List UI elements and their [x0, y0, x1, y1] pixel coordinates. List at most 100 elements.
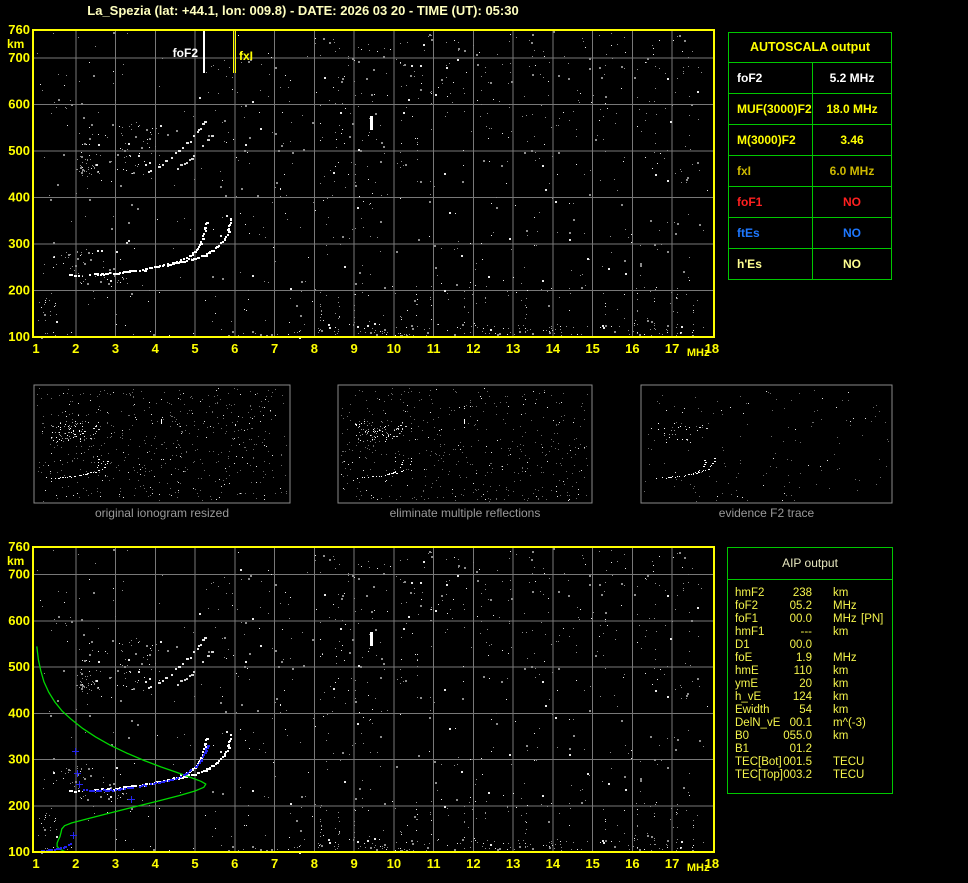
svg-text:7: 7	[271, 341, 278, 356]
aip-unit: MHz	[833, 652, 857, 664]
aip-unit: km	[833, 691, 849, 703]
svg-text:500: 500	[8, 143, 30, 158]
svg-text:600: 600	[8, 96, 30, 111]
aip-row-yme: ymE 20 km	[728, 678, 892, 691]
autoscala-param-value: 5.2 MHz	[829, 71, 875, 85]
svg-text:9: 9	[350, 341, 357, 356]
aip-label: hmE	[735, 665, 759, 677]
aip-row-b1: B1 01.2	[728, 743, 892, 756]
thumbnail-2	[337, 384, 593, 504]
aip-row-hve: h_vE 124 km	[728, 691, 892, 704]
autoscala-param-label: h'Es	[729, 249, 813, 279]
aip-label: hmF1	[735, 626, 765, 638]
autoscala-rows: foF2 5.2 MHz MUF(3000)F2 18.0 MHz M(3000)F2 3…	[729, 63, 891, 279]
svg-text:15: 15	[585, 341, 599, 356]
svg-text:9: 9	[350, 856, 357, 871]
svg-text:760: 760	[8, 22, 30, 37]
svg-text:500: 500	[8, 659, 30, 674]
autoscala-param-value: NO	[843, 257, 861, 271]
aip-unit: km	[833, 704, 849, 716]
svg-text:10: 10	[387, 856, 401, 871]
aip-panel-title: AIP output	[728, 548, 892, 580]
aip-value: 00.0	[789, 639, 812, 651]
svg-text:5: 5	[191, 856, 198, 871]
autoscala-row-ftes: ftEs NO	[729, 218, 891, 249]
aip-unit: TECU	[833, 756, 865, 768]
svg-text:14: 14	[546, 856, 561, 871]
autoscala-row-hes: h'Es NO	[729, 249, 891, 279]
svg-text:2: 2	[72, 856, 79, 871]
svg-text:200: 200	[8, 798, 30, 813]
aip-row-tecbot: TEC[Bot] 001.5 TECU	[728, 756, 892, 769]
autoscala-param-label: foF1	[729, 187, 813, 217]
aip-value: 00.0	[789, 613, 812, 625]
svg-text:200: 200	[8, 282, 30, 297]
svg-text:760: 760	[8, 539, 30, 554]
autoscala-param-label: MUF(3000)F2	[729, 94, 813, 124]
aip-row-ewidth: Ewidth 54 km	[728, 704, 892, 717]
svg-text:MHz: MHz	[687, 862, 710, 874]
aip-unit: km	[833, 626, 849, 638]
svg-text:100: 100	[8, 329, 30, 344]
aip-value: 001.5	[783, 756, 812, 768]
aip-label: foE	[735, 652, 753, 664]
aip-row-hme: hmE 110 km	[728, 665, 892, 678]
autoscala-param-value: 3.46	[840, 133, 864, 147]
aip-unit: km	[833, 665, 849, 677]
autoscala-row-fof2: foF2 5.2 MHz	[729, 63, 891, 94]
svg-text:3: 3	[112, 856, 119, 871]
autoscala-param-label: fxI	[729, 156, 813, 186]
aip-value: 110	[793, 665, 812, 677]
aip-row-delnve: DelN_vE 00.1 m^(-3)	[728, 717, 892, 730]
aip-label: Ewidth	[735, 704, 770, 716]
svg-text:17: 17	[665, 856, 679, 871]
autoscala-param-value: NO	[843, 226, 861, 240]
svg-text:5: 5	[191, 341, 198, 356]
thumbnail-caption-eliminate-reflections: eliminate multiple reflections	[389, 506, 541, 520]
svg-text:2: 2	[72, 341, 79, 356]
svg-text:6: 6	[231, 856, 238, 871]
svg-text:700: 700	[8, 50, 30, 65]
aip-extra: [PN]	[861, 613, 884, 625]
autoscala-output-panel: AUTOSCALA output foF2 5.2 MHz MUF(3000)F2 1…	[728, 32, 892, 280]
aip-row-hmf1: hmF1 --- km	[728, 626, 892, 639]
svg-text:400: 400	[8, 189, 30, 204]
svg-text:13: 13	[506, 341, 520, 356]
aip-value: 1.9	[796, 652, 812, 664]
thumbnail-3	[640, 384, 893, 504]
aip-row-fof1: foF1 00.0 MHz [PN]	[728, 613, 892, 626]
aip-unit: MHz	[833, 613, 857, 625]
svg-text:11: 11	[427, 341, 441, 356]
aip-value: ---	[800, 626, 813, 638]
aip-value: 05.2	[789, 600, 812, 612]
svg-text:MHz: MHz	[687, 347, 710, 359]
svg-text:1: 1	[32, 856, 39, 871]
svg-text:11: 11	[427, 856, 441, 871]
aip-label: h_vE	[735, 691, 762, 703]
thumbnail-1	[33, 384, 291, 504]
autoscala-row-fxi: fxI 6.0 MHz	[729, 156, 891, 187]
svg-text:8: 8	[311, 856, 318, 871]
autoscala-param-label: ftEs	[729, 218, 813, 248]
svg-text:km: km	[7, 554, 24, 568]
svg-text:600: 600	[8, 613, 30, 628]
svg-text:15: 15	[585, 856, 599, 871]
autoscala-row-m3000f2: M(3000)F2 3.46	[729, 125, 891, 156]
aip-label: B0	[735, 730, 750, 742]
svg-text:12: 12	[466, 341, 480, 356]
svg-text:3: 3	[112, 341, 119, 356]
aip-value: 238	[792, 587, 812, 599]
aip-row-fof2: foF2 05.2 MHz	[728, 600, 892, 613]
aip-value: 055.0	[783, 730, 812, 742]
aip-unit: TECU	[833, 769, 865, 781]
aip-output-panel: AIP output hmF2 238 km foF2 05.2 MHz foF1 00.0 M…	[727, 547, 893, 794]
aip-unit: km	[833, 678, 849, 690]
svg-text:12: 12	[466, 856, 480, 871]
svg-text:100: 100	[8, 844, 30, 859]
svg-text:fxI: fxI	[239, 49, 253, 63]
autoscala-panel-title: AUTOSCALA output	[729, 33, 891, 63]
thumbnail-caption-original-ionogram: original ionogram resized	[94, 506, 230, 520]
aip-value: 00.1	[789, 717, 812, 729]
svg-text:7: 7	[271, 856, 278, 871]
aip-label: B1	[735, 743, 750, 755]
